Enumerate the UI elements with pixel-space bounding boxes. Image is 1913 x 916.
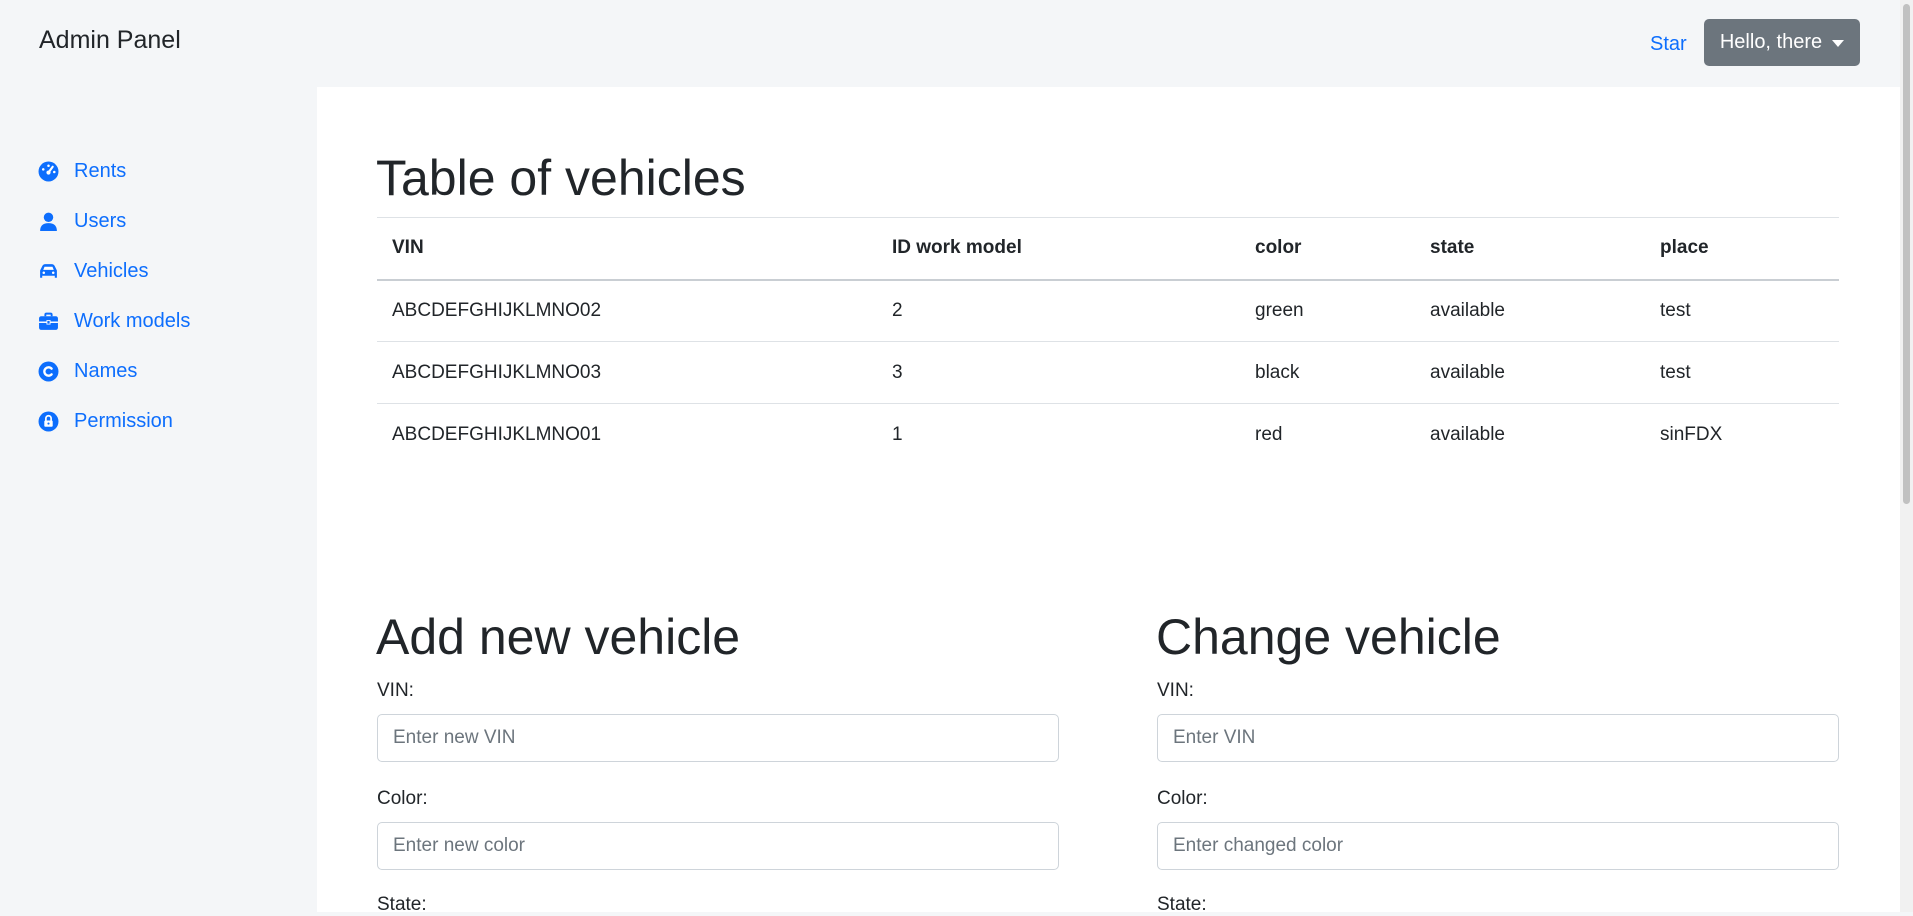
copyright-icon <box>38 361 59 382</box>
cell-place: test <box>1645 279 1839 342</box>
cell-state: available <box>1415 279 1645 342</box>
add-vehicle-title: Add new vehicle <box>376 609 741 665</box>
vehicles-table: VIN ID work model color state place ABCD… <box>377 217 1839 466</box>
cell-place: sinFDX <box>1660 423 1723 445</box>
main-content <box>317 87 1900 912</box>
cell-place: test <box>1645 341 1839 404</box>
column-header-place: place <box>1645 217 1839 281</box>
table-header-row: VIN ID work model color state place <box>377 217 1839 281</box>
cell-state: available <box>1415 341 1645 404</box>
sidebar-item-label: Names <box>74 360 138 382</box>
change-color-input[interactable] <box>1157 822 1839 870</box>
add-color-input[interactable] <box>377 822 1059 870</box>
car-icon <box>38 261 59 282</box>
table-row[interactable]: ABCDEFGHIJKLMNO03 3 black available test <box>377 341 1839 404</box>
column-header-id-work-model: ID work model <box>877 217 1240 281</box>
cell-id-work-model: 2 <box>877 279 1240 342</box>
cell-color: black <box>1240 341 1415 404</box>
sidebar-item-names[interactable]: Names <box>38 360 137 383</box>
cell-color: green <box>1240 279 1415 342</box>
cell-id-work-model: 3 <box>877 341 1240 404</box>
add-color-label: Color: <box>377 788 428 809</box>
change-vehicle-title: Change vehicle <box>1156 609 1501 665</box>
cell-state: available <box>1430 423 1505 445</box>
page-scrollbar[interactable] <box>1900 0 1913 912</box>
sidebar-item-label: Users <box>74 210 127 232</box>
change-vin-label: VIN: <box>1157 680 1194 701</box>
sidebar-item-label: Permission <box>74 410 173 432</box>
cell-color: red <box>1255 423 1283 445</box>
caret-down-icon <box>1832 40 1845 47</box>
dashboard-gauge-icon <box>38 161 59 182</box>
cell-vin: ABCDEFGHIJKLMNO02 <box>377 279 877 342</box>
user-menu-button[interactable]: Hello, there <box>1704 19 1860 66</box>
column-header-state: state <box>1415 217 1645 281</box>
sidebar-item-rents[interactable]: Rents <box>38 160 126 183</box>
table-row[interactable]: ABCDEFGHIJKLMNO02 2 green available test <box>377 279 1839 342</box>
sidebar-item-label: Work models <box>74 310 191 332</box>
table-row[interactable]: ABCDEFGHIJKLMNO01 1 red available sinFDX <box>377 404 1839 466</box>
scrollbar-thumb[interactable] <box>1903 4 1910 504</box>
add-vin-input[interactable] <box>377 714 1059 762</box>
cell-id-work-model: 1 <box>892 423 903 445</box>
sidebar-item-label: Vehicles <box>74 260 149 282</box>
change-state-label: State: <box>1157 894 1207 915</box>
sidebar-item-users[interactable]: Users <box>38 210 126 233</box>
user-icon <box>38 211 59 232</box>
user-menu-label: Hello, there <box>1719 31 1823 53</box>
add-state-label: State: <box>377 894 427 915</box>
sidebar-item-vehicles[interactable]: Vehicles <box>38 260 149 283</box>
sidebar: Rents Users Vehicles Work models Names P… <box>0 87 317 912</box>
top-navbar: Admin Panel Star Hello, there <box>0 0 1900 87</box>
column-header-color: color <box>1240 217 1415 281</box>
sidebar-item-work-models[interactable]: Work models <box>38 310 190 333</box>
column-header-vin: VIN <box>377 217 877 281</box>
cell-vin: ABCDEFGHIJKLMNO03 <box>377 341 877 404</box>
table-title: Table of vehicles <box>376 150 746 206</box>
lock-icon <box>38 411 59 432</box>
star-link[interactable]: Star <box>1650 33 1687 56</box>
briefcase-icon <box>38 311 59 332</box>
sidebar-item-label: Rents <box>74 160 127 182</box>
sidebar-item-permission[interactable]: Permission <box>38 410 173 433</box>
change-vin-input[interactable] <box>1157 714 1839 762</box>
brand-title[interactable]: Admin Panel <box>39 26 181 55</box>
cell-vin: ABCDEFGHIJKLMNO01 <box>392 423 602 445</box>
change-color-label: Color: <box>1157 788 1208 809</box>
add-vin-label: VIN: <box>377 680 414 701</box>
